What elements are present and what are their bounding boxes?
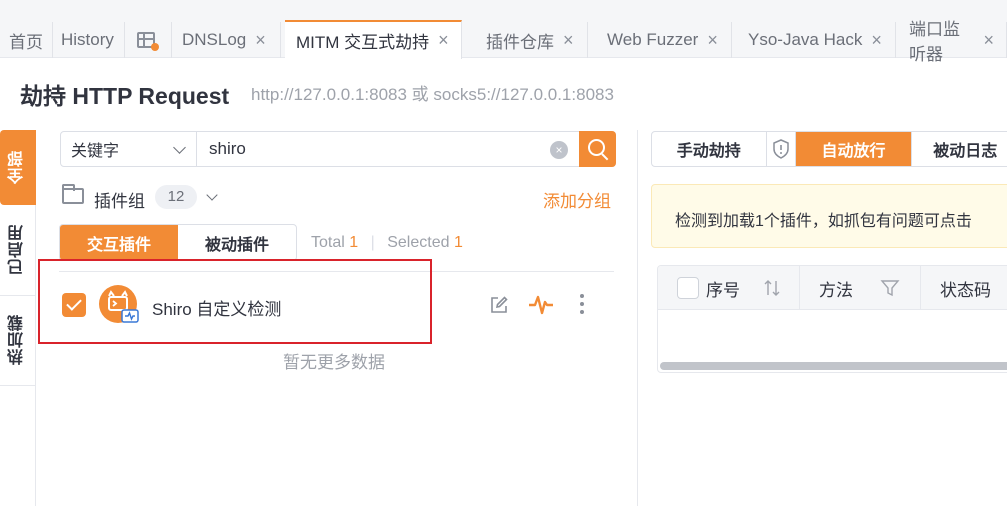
tab-label: DNSLog (182, 30, 247, 49)
proxy-address: http://127.0.0.1:8083 或 socks5://127.0.0… (251, 85, 614, 104)
plugin-group-label[interactable]: 插件组 (94, 187, 145, 212)
folder-icon (62, 184, 84, 204)
tab-table[interactable] (127, 22, 172, 58)
more-icon[interactable] (577, 294, 587, 316)
chevron-down-icon[interactable] (206, 189, 218, 201)
add-group-link[interactable]: 添加分组 (543, 187, 611, 212)
passive-plugins-tab[interactable]: 被动插件 (178, 225, 296, 260)
side-tab-all[interactable]: 全部 (0, 130, 36, 205)
pulse-icon[interactable] (528, 294, 554, 316)
plugin-search: 关键字 × (60, 131, 616, 167)
side-tabs: 全部 已启用 热加载 (0, 130, 36, 506)
passive-log-button[interactable]: 被动日志 (912, 132, 1007, 166)
search-filter-value: 关键字 (71, 143, 120, 160)
tab-web-fuzzer[interactable]: Web Fuzzer × (596, 22, 732, 58)
horizontal-scrollbar[interactable] (660, 362, 1007, 370)
search-button[interactable] (579, 131, 616, 167)
tab-label: 插件仓库 (486, 32, 554, 52)
tab-port-listener[interactable]: 端口监听器 × (897, 20, 1007, 64)
close-icon[interactable]: × (983, 30, 994, 51)
traffic-table: 序号 方法 状态码 (657, 265, 1007, 373)
page-title: 劫持 HTTP Request (20, 83, 230, 109)
table-icon (137, 32, 159, 51)
table-header: 序号 方法 状态码 (658, 266, 1007, 310)
tab-yso-java-hack[interactable]: Yso-Java Hack × (736, 22, 896, 58)
tab-mitm[interactable]: MITM 交互式劫持 × (285, 20, 462, 59)
tab-label: 端口监听器 (909, 20, 960, 64)
plugin-stats: Total 1 | Selected 1 (311, 234, 463, 251)
chevron-down-icon (173, 141, 186, 154)
auto-forward-button[interactable]: 自动放行 (795, 132, 913, 166)
plugin-load-alert: 检测到加载1个插件，如抓包有问题可点击 (651, 184, 1007, 248)
tab-label: Web Fuzzer (607, 30, 699, 49)
filter-icon[interactable] (880, 278, 900, 298)
tab-plugin-store[interactable]: 插件仓库 × (474, 22, 588, 58)
close-icon[interactable]: × (871, 30, 882, 51)
interactive-plugins-tab[interactable]: 交互插件 (60, 225, 178, 260)
side-tab-hot-load[interactable]: 热加载 (0, 295, 36, 385)
tab-bar: 首页 History DNSLog × MITM 交互式劫持 × 插件仓库 × Web… (0, 0, 1007, 64)
plugin-group-count: 12 (155, 185, 197, 209)
tab-label: MITM 交互式劫持 (296, 33, 430, 52)
plugin-name: Shiro 自定义检测 (152, 300, 282, 319)
selected-count: 1 (453, 234, 463, 251)
total-label: Total (311, 234, 345, 251)
close-icon[interactable]: × (438, 30, 449, 51)
select-all-checkbox[interactable] (677, 277, 699, 299)
column-status-code[interactable]: 状态码 (940, 266, 991, 310)
manual-hijack-button[interactable]: 手动劫持 (652, 132, 767, 166)
tab-label: Yso-Java Hack (748, 30, 863, 49)
selected-label: Selected (387, 234, 450, 251)
tab-home[interactable]: 首页 (0, 22, 53, 58)
edit-icon[interactable] (489, 295, 509, 315)
tab-dnslog[interactable]: DNSLog × (170, 22, 281, 58)
column-method[interactable]: 方法 (819, 266, 853, 310)
column-index[interactable]: 序号 (706, 266, 740, 310)
plugin-checkbox[interactable] (62, 293, 86, 317)
close-icon[interactable]: × (563, 30, 574, 51)
close-icon[interactable]: × (707, 30, 718, 51)
empty-text: 暂无更多数据 (283, 353, 385, 372)
hijack-mode-switch: 手动劫持 自动放行 被动日志 (651, 131, 1007, 167)
clear-icon[interactable]: × (550, 141, 568, 159)
search-filter-select[interactable]: 关键字 (61, 132, 197, 166)
side-tab-enabled[interactable]: 已启用 (0, 205, 36, 295)
tab-label: History (61, 30, 114, 49)
total-count: 1 (349, 234, 359, 251)
plugin-avatar-icon (99, 285, 139, 323)
plugin-type-switch: 交互插件 被动插件 (59, 224, 297, 261)
tab-label: 首页 (9, 32, 43, 52)
search-input[interactable] (197, 132, 579, 166)
sort-icon[interactable] (762, 278, 782, 298)
shield-icon[interactable] (767, 132, 796, 166)
tab-history[interactable]: History (52, 22, 125, 58)
close-icon[interactable]: × (255, 30, 266, 51)
